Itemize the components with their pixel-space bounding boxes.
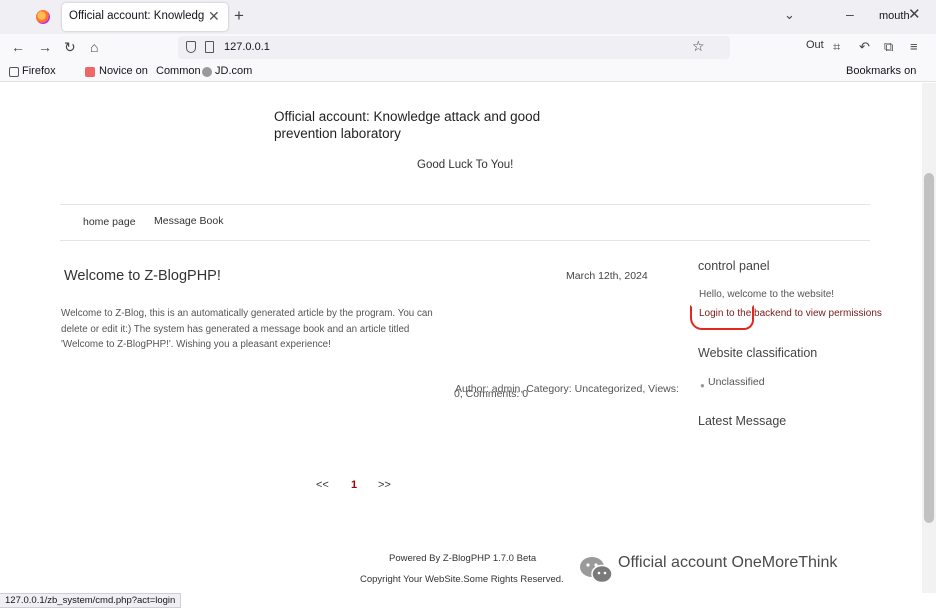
forward-icon[interactable]: → — [38, 39, 52, 55]
wechat-icon — [580, 557, 613, 584]
back-icon[interactable]: ← — [11, 39, 25, 55]
navigation-toolbar: ← → ↻ ⌂ 127.0.0.1 ☆ Out ⌗ ↶ ⧉ ≡ — [0, 34, 936, 62]
folder-icon — [9, 67, 19, 77]
bookmark-common[interactable]: Common — [156, 65, 201, 77]
category-unclassified[interactable]: Unclassified — [708, 376, 765, 388]
control-panel-title: control panel — [698, 259, 770, 273]
classification-title: Website classification — [698, 346, 818, 360]
latest-message-title: Latest Message — [698, 414, 787, 428]
page-icon — [205, 41, 214, 53]
reload-icon[interactable]: ↻ — [64, 39, 76, 55]
pager-current[interactable]: 1 — [351, 479, 357, 491]
post-date: March 12th, 2024 — [566, 270, 648, 282]
address-bar[interactable]: 127.0.0.1 ☆ — [178, 36, 730, 59]
status-bar-url: 127.0.0.1/zb_system/cmd.php?act=login — [0, 593, 182, 608]
scrollbar-thumb[interactable] — [924, 173, 934, 523]
menu-message-book[interactable]: Message Book — [154, 215, 223, 227]
undo-icon[interactable]: ↶ — [859, 40, 870, 54]
extensions-icon[interactable]: ⧉ — [884, 40, 893, 54]
post-title[interactable]: Welcome to Z-BlogPHP! — [64, 268, 221, 284]
bookmark-firefox[interactable]: Firefox — [22, 65, 56, 77]
bookmark-jd[interactable]: JD.com — [215, 65, 252, 77]
watermark-text: Official account OneMoreThink — [618, 554, 838, 571]
pager-prev[interactable]: << — [316, 479, 329, 491]
bookmarks-toolbar: Firefox Novice on Common JD.com Bookmark… — [0, 62, 936, 82]
shield-icon[interactable] — [186, 41, 196, 53]
window-close-button[interactable]: ✕ — [908, 7, 921, 22]
nav-divider-bottom — [60, 240, 870, 241]
novice-favicon-icon — [85, 67, 95, 77]
tab-bar: Official account: Knowledge attack and g… — [0, 0, 936, 34]
post-meta-stats: 0, Comments: 0 — [454, 388, 529, 400]
nav-divider-top — [60, 204, 870, 205]
out-button[interactable]: Out — [806, 39, 824, 51]
menu-icon[interactable]: ≡ — [910, 40, 918, 54]
bookmark-novice-on[interactable]: Novice on — [99, 65, 148, 77]
footer-powered-by: Powered By Z-BlogPHP 1.7.0 Beta — [389, 553, 537, 564]
welcome-text: Hello, welcome to the website! — [699, 289, 835, 300]
minimize-button[interactable]: – — [846, 7, 854, 21]
page-viewport: Official account: Knowledge attack and g… — [0, 83, 922, 593]
bookmark-star-icon[interactable]: ☆ — [692, 38, 705, 55]
post-body: Welcome to Z-Blog, this is an automatica… — [61, 308, 433, 350]
site-title[interactable]: Official account: Knowledge attack and g… — [274, 108, 594, 142]
profile-label[interactable]: mouth — [879, 10, 910, 22]
bullet-icon: ● — [700, 381, 705, 390]
annotation-highlight — [690, 305, 754, 330]
url-input[interactable]: 127.0.0.1 — [224, 41, 270, 53]
pager-next[interactable]: >> — [378, 479, 391, 491]
site-subtitle: Good Luck To You! — [417, 159, 514, 171]
firefox-view-icon[interactable] — [36, 10, 50, 24]
home-icon[interactable]: ⌂ — [90, 39, 98, 55]
other-bookmarks[interactable]: Bookmarks on — [846, 65, 916, 77]
tab-title: Official account: Knowledge attack and g… — [69, 10, 204, 22]
crop-icon[interactable]: ⌗ — [833, 40, 840, 54]
page-scrollbar[interactable] — [922, 83, 936, 593]
footer-copyright: Copyright Your WebSite.Some Rights Reser… — [360, 574, 564, 585]
active-tab[interactable]: Official account: Knowledge attack and g… — [62, 3, 228, 31]
tab-close-icon[interactable]: ✕ — [208, 9, 220, 23]
menu-home-page[interactable]: home page — [83, 216, 136, 228]
chevron-down-icon[interactable]: ⌄ — [784, 8, 795, 22]
new-tab-button[interactable]: + — [234, 7, 244, 25]
globe-icon — [202, 67, 212, 77]
